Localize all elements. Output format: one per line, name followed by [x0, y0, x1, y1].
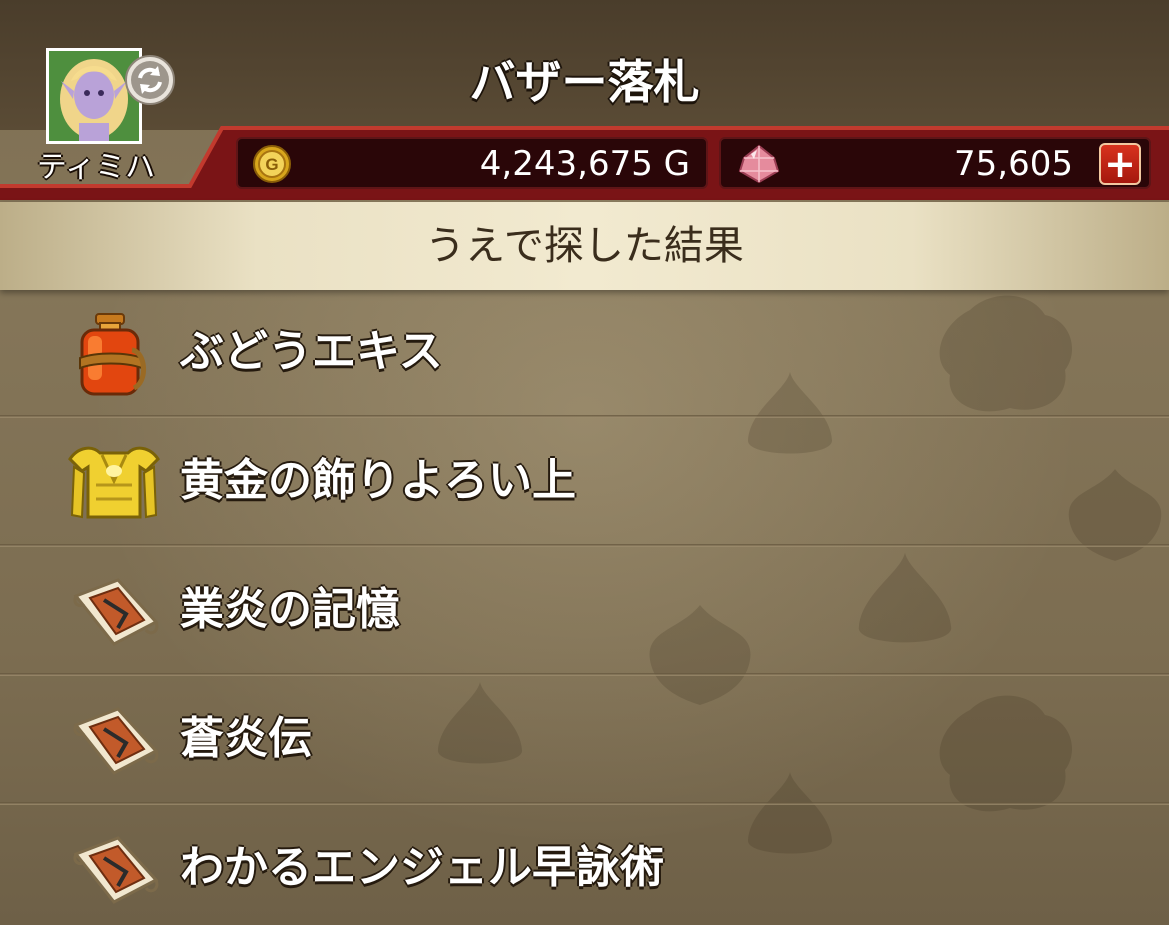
bazaar-screen: バザー落札 ティミハ G 4,243,675 G 75,605 + うえで探した…: [0, 0, 1169, 925]
add-gems-button[interactable]: +: [1099, 143, 1141, 185]
result-item[interactable]: わかるエンジェル早詠術: [0, 808, 1169, 925]
row-divider: [0, 802, 1169, 805]
item-name: 蒼炎伝: [180, 713, 312, 764]
item-name: 業炎の記憶: [180, 584, 400, 635]
result-item[interactable]: 黄金の飾りよろい上: [0, 421, 1169, 547]
scroll-icon: [73, 707, 159, 775]
plus-icon: +: [1104, 142, 1136, 186]
gold-amount: 4,243,675 G: [479, 144, 690, 184]
row-divider: [0, 673, 1169, 676]
search-result-banner: うえで探した結果: [0, 202, 1169, 290]
grape-extract-bottle-icon: [79, 313, 146, 396]
item-name: 黄金の飾りよろい上: [180, 455, 576, 506]
result-item[interactable]: ぶどうエキス: [0, 292, 1169, 418]
row-divider: [0, 544, 1169, 547]
gold-display: G 4,243,675 G: [236, 137, 708, 189]
gems-amount: 75,605: [954, 144, 1073, 184]
scroll-icon: [73, 578, 159, 646]
player-name: ティミハ: [36, 150, 156, 185]
item-name: ぶどうエキス: [180, 326, 443, 377]
gems-display: 75,605 +: [719, 137, 1151, 189]
item-name: わかるエンジェル早詠術: [180, 842, 664, 893]
refresh-icon[interactable]: [124, 54, 176, 106]
gem-icon: [738, 144, 780, 184]
result-list: ぶどうエキス 黄金の飾りよろい上 業炎の記憶 蒼炎伝 わかるエンジェル早詠術: [0, 292, 1169, 925]
gold-coin-icon: G: [253, 145, 291, 183]
gold-armor-icon: [68, 446, 160, 519]
result-item[interactable]: 業炎の記憶: [0, 550, 1169, 676]
result-item[interactable]: 蒼炎伝: [0, 679, 1169, 805]
svg-text:G: G: [265, 155, 278, 174]
scroll-icon: [73, 836, 159, 904]
section-title: うえで探した結果: [425, 223, 744, 269]
row-divider: [0, 415, 1169, 418]
